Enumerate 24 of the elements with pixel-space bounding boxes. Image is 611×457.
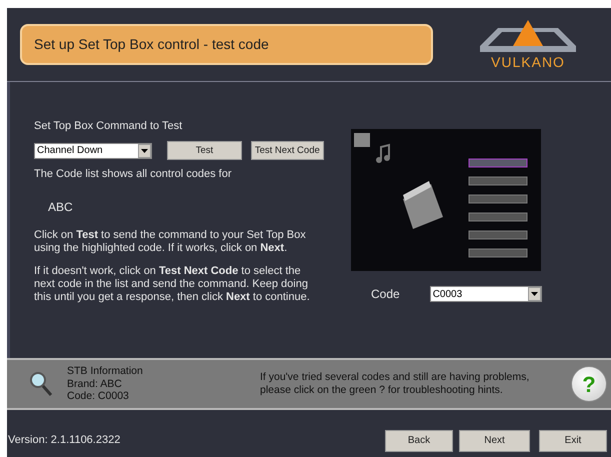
version-text: Version: 2.1.1106.2322 — [8, 433, 120, 448]
back-button[interactable]: Back — [385, 430, 453, 452]
caret-icon[interactable] — [138, 144, 152, 158]
command-label: Set Top Box Command to Test — [34, 120, 184, 133]
info-heading: STB Information — [67, 365, 144, 378]
test-next-code-button[interactable]: Test Next Code — [250, 141, 324, 160]
command-dropdown[interactable]: Channel Down — [34, 142, 152, 158]
hint-text: If you've tried several codes and still are having problems, please click on the green ? for troubleshooting hints. — [260, 371, 530, 397]
instruction-text: If it doesn't work, click on Test Next Code to select the next code in the list and send the command. Keep doing this until you get a response, then click Next to continue. — [34, 265, 311, 304]
logo-text: VULKANO — [491, 55, 565, 69]
code-label: Code — [371, 286, 400, 303]
code-list-text: The Code list shows all control codes for — [34, 168, 232, 181]
logo-icon — [478, 20, 578, 54]
next-button[interactable]: Next — [459, 430, 530, 452]
search-icon — [29, 371, 53, 397]
instruction-text: Click on Test to send the command to your Set Top Box using the highlighted code. If it works, click on Next. — [34, 229, 307, 255]
brand-text: ABC — [48, 201, 74, 214]
page-title: Set up Set Top Box control - test code — [20, 24, 433, 65]
info-line: Brand: ABC — [67, 378, 123, 390]
exit-button[interactable]: Exit — [539, 430, 607, 452]
info-line: Code: C0003 — [67, 390, 130, 403]
code-dropdown[interactable]: C0003 — [430, 286, 542, 302]
test-button[interactable]: Test — [167, 141, 242, 160]
caret-icon[interactable] — [528, 287, 541, 301]
